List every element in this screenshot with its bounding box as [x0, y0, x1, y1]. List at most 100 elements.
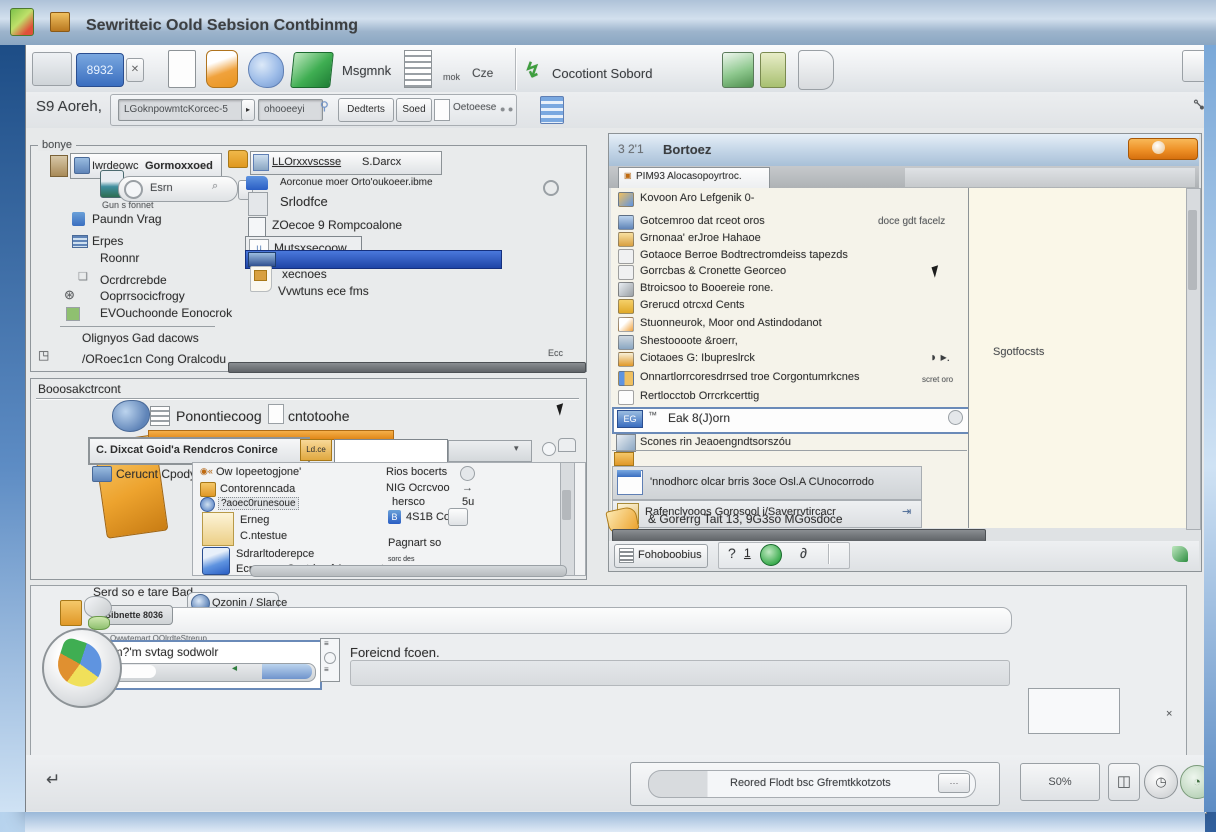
right-row-11[interactable]: Rertlocctob Orrcrkcerttig — [640, 390, 759, 402]
cze-label[interactable]: Cze — [472, 66, 493, 80]
folder-header-label[interactable]: LLOrxxvscsse — [272, 156, 341, 168]
small-circle-icon[interactable] — [542, 442, 556, 456]
side-rsb-button[interactable] — [448, 508, 468, 526]
dedterts-button[interactable]: Dedterts — [338, 98, 394, 122]
folder-row3[interactable]: ZOecoe 9 Rompcoalone — [272, 218, 402, 232]
clock-button[interactable]: ◷ — [1144, 765, 1178, 799]
code-button[interactable]: 8932 — [76, 53, 124, 87]
expand-button[interactable]: ✕ — [126, 58, 144, 82]
right-selected-row[interactable] — [612, 407, 971, 434]
globe-icon[interactable] — [760, 544, 782, 566]
view-combo[interactable]: ohooeeyi — [258, 99, 323, 121]
folder-row2[interactable]: Srlodfce — [280, 194, 328, 209]
tree-item-3[interactable]: Erneg — [240, 514, 269, 526]
tree-vscroll-thumb[interactable] — [562, 490, 571, 520]
forward-bar[interactable] — [350, 660, 1010, 686]
path-dropdown[interactable] — [448, 440, 532, 462]
footer-combo-button[interactable]: ··· — [938, 773, 970, 793]
right-row-7[interactable]: Stuonneurok, Moor ond Astindodanot — [640, 317, 822, 329]
nav-item-3[interactable]: Ocrdrcrebde — [100, 273, 167, 287]
path-dropdown-arrow[interactable]: ▾ — [514, 443, 519, 454]
folder-row6[interactable]: xecnoes — [282, 267, 327, 281]
nav-item-4[interactable]: Ooprrsocicfrogy — [100, 289, 185, 303]
right-row17[interactable]: & Gorerrg Tait 13, 9G3so MGosdoce — [648, 512, 843, 526]
drawer-icon[interactable] — [32, 52, 72, 86]
right-row14[interactable]: Scones rin Jeaoengndtsorszóu — [640, 436, 791, 448]
nav-item-2[interactable]: Roonnr — [100, 251, 139, 265]
side-rsb[interactable]: 4S1B Co. — [406, 511, 453, 523]
folder-row1[interactable]: Aorconue moer Orto'oukoeer.ibme — [280, 177, 433, 188]
right-row-8[interactable]: Shestoooote &roerr, — [640, 335, 738, 347]
current-copy-label[interactable]: Cerucnt Cpody — [116, 467, 196, 481]
bottom-x-icon[interactable]: × — [1166, 708, 1172, 720]
primary-label[interactable]: Ponontiecoog — [176, 408, 262, 424]
right-row-6[interactable]: Grerucd otrcxd Cents — [640, 299, 745, 311]
blue-list-icon[interactable] — [540, 96, 564, 124]
tree-hscrollbar[interactable] — [250, 565, 567, 577]
note-icon[interactable] — [168, 50, 196, 88]
nav-item-5[interactable]: EVOuchoonde Eonocrok — [100, 306, 232, 320]
partial-icon[interactable]: ∂ — [800, 545, 807, 561]
green-corner-icon[interactable] — [1172, 546, 1188, 562]
mail-icon[interactable] — [206, 50, 238, 88]
msgmnk-label[interactable]: Msgmnk — [342, 63, 391, 78]
search-input[interactable]: Esrn — [150, 182, 173, 194]
folder-row7[interactable]: Vvwtuns ece fms — [278, 284, 369, 298]
path-row[interactable]: C. Dixcat Goid'a Rendcros Conirce ottamo… — [88, 437, 310, 465]
path-input[interactable] — [334, 439, 448, 463]
filter-icon[interactable]: ⚲ — [320, 99, 329, 113]
right-selected-label[interactable]: Eak 8(J)orn — [668, 411, 730, 425]
server-combo[interactable]: LGoknpowmtcKorcec-5 — [118, 99, 245, 121]
nav-item-1[interactable]: Erpes — [92, 234, 123, 248]
tree-item-1[interactable]: Contorenncada — [220, 483, 295, 495]
spinner-down-icon[interactable]: ≡ — [324, 665, 329, 674]
back-arrow-icon[interactable]: ↵ — [46, 770, 60, 790]
right-row-1[interactable]: Gotcemroo dat rceot oros — [640, 215, 765, 227]
right-row-2[interactable]: Grnonaa' erJroe Hahaoe — [640, 232, 761, 244]
nav-hscrollbar[interactable] — [228, 362, 586, 373]
bottom-white-box[interactable] — [1028, 688, 1120, 734]
footer-combo-value[interactable]: Reored Flodt bsc Gfremtkkotzots — [730, 777, 891, 789]
tree-item-0[interactable]: Ow Iopeetogjone' — [216, 466, 301, 478]
notes-icon[interactable] — [760, 52, 786, 88]
one-icon[interactable]: 1 — [744, 546, 751, 560]
right-row-9[interactable]: Ciotaoes G: Ibupreslrck — [640, 352, 755, 364]
list-document-icon[interactable] — [404, 50, 432, 88]
question-icon[interactable]: ? — [728, 545, 736, 561]
right-row16-right-icon[interactable]: ⇥ — [902, 505, 911, 518]
side-rios[interactable]: Rios bocerts — [386, 466, 447, 478]
right-selected-ring-icon[interactable] — [948, 410, 963, 425]
ring-icon[interactable] — [543, 180, 559, 196]
soed-button[interactable]: Soed — [396, 98, 432, 122]
tree-item-5[interactable]: Sdrarltoderepce — [236, 548, 314, 560]
fohoboobius-label[interactable]: Fohoboobius — [638, 549, 702, 561]
spinner-up-icon[interactable]: ≡ — [324, 639, 329, 648]
secondary-label[interactable]: cntotoohe — [288, 408, 350, 424]
nav-footer-0[interactable]: Olignyos Gad dacows — [82, 331, 199, 345]
oetoeese-label[interactable]: Oetoeese — [453, 102, 496, 113]
tree-item-4[interactable]: C.ntestue — [240, 530, 287, 542]
nav-item-0[interactable]: Paundn Vrag — [92, 212, 162, 226]
right-row-4[interactable]: Gorrcbas & Cronette Georceo — [640, 265, 786, 277]
nav-footer-1[interactable]: /ORoec1cn Cong Oralcodu — [82, 352, 226, 366]
chat-balloon-icon[interactable] — [248, 52, 284, 88]
folder-header-right[interactable]: S.Darcx — [362, 156, 401, 168]
path-button[interactable]: Ld.ce — [300, 439, 332, 461]
right-row-0[interactable]: Kovoon Aro Lefgenik 0- — [640, 192, 754, 204]
side-hersco[interactable]: hersco — [392, 496, 425, 508]
side-pagnart[interactable]: Pagnart so — [388, 537, 441, 549]
percent-button[interactable]: S0% — [1020, 763, 1100, 801]
right-vscroll-thumb[interactable] — [1188, 210, 1197, 290]
connect-label[interactable]: Cocotiont Sobord — [552, 66, 652, 81]
right-tab-label[interactable]: PIM93 Alocasopoyrtroc. — [636, 171, 742, 182]
mug-icon[interactable] — [798, 50, 834, 90]
nav-tab2[interactable]: Gormoxxoed — [145, 160, 213, 172]
book-button[interactable]: ◫ — [1108, 763, 1140, 801]
right-row-3[interactable]: Gotaoce Berroe Bodtrectromdeiss tapezds — [640, 249, 848, 261]
tree-item-2[interactable]: ?aoec0runesoue — [218, 497, 299, 510]
magnifier-icon[interactable]: ⌕ — [212, 180, 218, 193]
side-nig[interactable]: NIG Ocrcvoo — [386, 482, 450, 494]
combo1-dropdown-arrow[interactable]: ▸ — [241, 99, 255, 121]
package-icon[interactable] — [290, 52, 334, 88]
right-row-10[interactable]: Onnartlorrcoresdrrsed troe Corgontumrkcn… — [640, 371, 859, 383]
